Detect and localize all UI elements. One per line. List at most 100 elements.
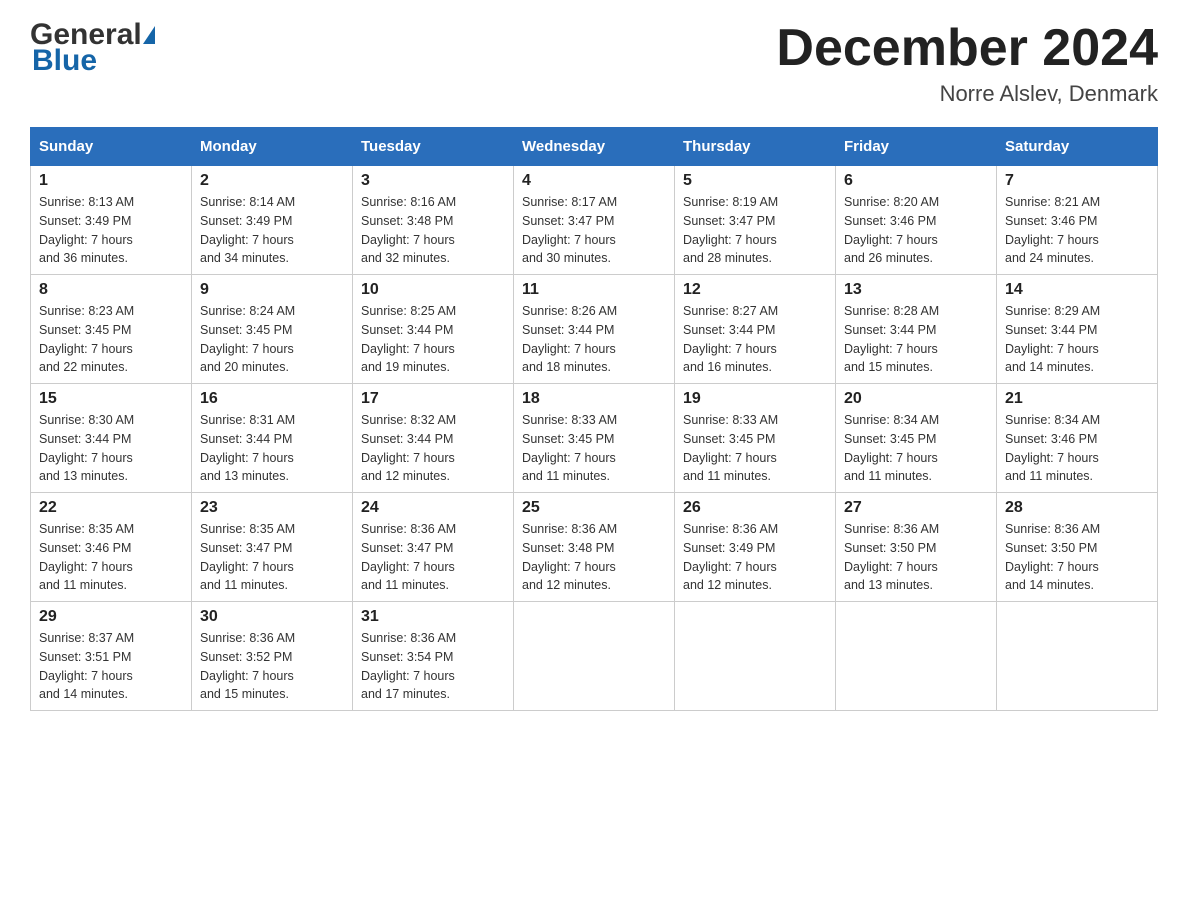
day-info: Sunrise: 8:36 AM Sunset: 3:48 PM Dayligh… (522, 520, 666, 595)
day-info: Sunrise: 8:20 AM Sunset: 3:46 PM Dayligh… (844, 193, 988, 268)
calendar-cell: 13 Sunrise: 8:28 AM Sunset: 3:44 PM Dayl… (836, 275, 997, 384)
title-area: December 2024 Norre Alslev, Denmark (776, 20, 1158, 107)
calendar-cell: 8 Sunrise: 8:23 AM Sunset: 3:45 PM Dayli… (31, 275, 192, 384)
day-info: Sunrise: 8:34 AM Sunset: 3:46 PM Dayligh… (1005, 411, 1149, 486)
day-info: Sunrise: 8:31 AM Sunset: 3:44 PM Dayligh… (200, 411, 344, 486)
day-info: Sunrise: 8:35 AM Sunset: 3:46 PM Dayligh… (39, 520, 183, 595)
day-number: 11 (522, 281, 666, 299)
day-info: Sunrise: 8:36 AM Sunset: 3:47 PM Dayligh… (361, 520, 505, 595)
day-info: Sunrise: 8:14 AM Sunset: 3:49 PM Dayligh… (200, 193, 344, 268)
day-info: Sunrise: 8:16 AM Sunset: 3:48 PM Dayligh… (361, 193, 505, 268)
calendar-cell (675, 602, 836, 711)
calendar-cell: 14 Sunrise: 8:29 AM Sunset: 3:44 PM Dayl… (997, 275, 1158, 384)
calendar-table: Sunday Monday Tuesday Wednesday Thursday… (30, 127, 1158, 711)
day-number: 14 (1005, 281, 1149, 299)
calendar-week-row: 15 Sunrise: 8:30 AM Sunset: 3:44 PM Dayl… (31, 384, 1158, 493)
calendar-cell: 7 Sunrise: 8:21 AM Sunset: 3:46 PM Dayli… (997, 166, 1158, 275)
calendar-cell (997, 602, 1158, 711)
day-number: 5 (683, 172, 827, 190)
calendar-cell: 26 Sunrise: 8:36 AM Sunset: 3:49 PM Dayl… (675, 493, 836, 602)
calendar-week-row: 8 Sunrise: 8:23 AM Sunset: 3:45 PM Dayli… (31, 275, 1158, 384)
day-info: Sunrise: 8:36 AM Sunset: 3:52 PM Dayligh… (200, 629, 344, 704)
calendar-cell: 6 Sunrise: 8:20 AM Sunset: 3:46 PM Dayli… (836, 166, 997, 275)
day-number: 29 (39, 608, 183, 626)
day-info: Sunrise: 8:13 AM Sunset: 3:49 PM Dayligh… (39, 193, 183, 268)
day-info: Sunrise: 8:36 AM Sunset: 3:50 PM Dayligh… (844, 520, 988, 595)
calendar-cell: 11 Sunrise: 8:26 AM Sunset: 3:44 PM Dayl… (514, 275, 675, 384)
col-header-tuesday: Tuesday (353, 128, 514, 166)
calendar-cell: 28 Sunrise: 8:36 AM Sunset: 3:50 PM Dayl… (997, 493, 1158, 602)
day-number: 3 (361, 172, 505, 190)
day-info: Sunrise: 8:37 AM Sunset: 3:51 PM Dayligh… (39, 629, 183, 704)
calendar-cell: 30 Sunrise: 8:36 AM Sunset: 3:52 PM Dayl… (192, 602, 353, 711)
calendar-cell: 10 Sunrise: 8:25 AM Sunset: 3:44 PM Dayl… (353, 275, 514, 384)
logo-triangle-icon (143, 26, 155, 44)
day-number: 26 (683, 499, 827, 517)
day-number: 30 (200, 608, 344, 626)
day-info: Sunrise: 8:34 AM Sunset: 3:45 PM Dayligh… (844, 411, 988, 486)
day-info: Sunrise: 8:36 AM Sunset: 3:54 PM Dayligh… (361, 629, 505, 704)
calendar-week-row: 22 Sunrise: 8:35 AM Sunset: 3:46 PM Dayl… (31, 493, 1158, 602)
col-header-friday: Friday (836, 128, 997, 166)
day-number: 24 (361, 499, 505, 517)
day-info: Sunrise: 8:27 AM Sunset: 3:44 PM Dayligh… (683, 302, 827, 377)
day-number: 19 (683, 390, 827, 408)
day-number: 10 (361, 281, 505, 299)
day-number: 21 (1005, 390, 1149, 408)
calendar-cell (836, 602, 997, 711)
day-info: Sunrise: 8:30 AM Sunset: 3:44 PM Dayligh… (39, 411, 183, 486)
logo-blue-text: Blue (32, 46, 97, 76)
col-header-thursday: Thursday (675, 128, 836, 166)
day-info: Sunrise: 8:35 AM Sunset: 3:47 PM Dayligh… (200, 520, 344, 595)
month-title: December 2024 (776, 20, 1158, 77)
calendar-cell: 15 Sunrise: 8:30 AM Sunset: 3:44 PM Dayl… (31, 384, 192, 493)
day-number: 31 (361, 608, 505, 626)
day-number: 28 (1005, 499, 1149, 517)
day-number: 22 (39, 499, 183, 517)
calendar-cell: 2 Sunrise: 8:14 AM Sunset: 3:49 PM Dayli… (192, 166, 353, 275)
day-info: Sunrise: 8:28 AM Sunset: 3:44 PM Dayligh… (844, 302, 988, 377)
logo: General Blue (30, 20, 155, 76)
day-info: Sunrise: 8:19 AM Sunset: 3:47 PM Dayligh… (683, 193, 827, 268)
day-number: 2 (200, 172, 344, 190)
page-header: General Blue December 2024 Norre Alslev,… (30, 20, 1158, 107)
col-header-monday: Monday (192, 128, 353, 166)
col-header-sunday: Sunday (31, 128, 192, 166)
calendar-cell: 20 Sunrise: 8:34 AM Sunset: 3:45 PM Dayl… (836, 384, 997, 493)
day-info: Sunrise: 8:36 AM Sunset: 3:50 PM Dayligh… (1005, 520, 1149, 595)
location-title: Norre Alslev, Denmark (776, 81, 1158, 107)
day-info: Sunrise: 8:33 AM Sunset: 3:45 PM Dayligh… (522, 411, 666, 486)
calendar-cell: 22 Sunrise: 8:35 AM Sunset: 3:46 PM Dayl… (31, 493, 192, 602)
calendar-cell: 17 Sunrise: 8:32 AM Sunset: 3:44 PM Dayl… (353, 384, 514, 493)
day-number: 7 (1005, 172, 1149, 190)
calendar-cell: 27 Sunrise: 8:36 AM Sunset: 3:50 PM Dayl… (836, 493, 997, 602)
calendar-week-row: 1 Sunrise: 8:13 AM Sunset: 3:49 PM Dayli… (31, 166, 1158, 275)
day-info: Sunrise: 8:26 AM Sunset: 3:44 PM Dayligh… (522, 302, 666, 377)
calendar-week-row: 29 Sunrise: 8:37 AM Sunset: 3:51 PM Dayl… (31, 602, 1158, 711)
day-info: Sunrise: 8:24 AM Sunset: 3:45 PM Dayligh… (200, 302, 344, 377)
day-number: 1 (39, 172, 183, 190)
day-number: 20 (844, 390, 988, 408)
day-number: 27 (844, 499, 988, 517)
day-number: 4 (522, 172, 666, 190)
calendar-cell: 5 Sunrise: 8:19 AM Sunset: 3:47 PM Dayli… (675, 166, 836, 275)
day-info: Sunrise: 8:17 AM Sunset: 3:47 PM Dayligh… (522, 193, 666, 268)
calendar-cell: 25 Sunrise: 8:36 AM Sunset: 3:48 PM Dayl… (514, 493, 675, 602)
day-number: 15 (39, 390, 183, 408)
day-number: 9 (200, 281, 344, 299)
col-header-wednesday: Wednesday (514, 128, 675, 166)
day-info: Sunrise: 8:32 AM Sunset: 3:44 PM Dayligh… (361, 411, 505, 486)
calendar-cell (514, 602, 675, 711)
calendar-cell: 24 Sunrise: 8:36 AM Sunset: 3:47 PM Dayl… (353, 493, 514, 602)
calendar-cell: 4 Sunrise: 8:17 AM Sunset: 3:47 PM Dayli… (514, 166, 675, 275)
day-number: 6 (844, 172, 988, 190)
calendar-cell: 29 Sunrise: 8:37 AM Sunset: 3:51 PM Dayl… (31, 602, 192, 711)
calendar-cell: 3 Sunrise: 8:16 AM Sunset: 3:48 PM Dayli… (353, 166, 514, 275)
day-info: Sunrise: 8:33 AM Sunset: 3:45 PM Dayligh… (683, 411, 827, 486)
calendar-cell: 31 Sunrise: 8:36 AM Sunset: 3:54 PM Dayl… (353, 602, 514, 711)
calendar-cell: 1 Sunrise: 8:13 AM Sunset: 3:49 PM Dayli… (31, 166, 192, 275)
calendar-cell: 21 Sunrise: 8:34 AM Sunset: 3:46 PM Dayl… (997, 384, 1158, 493)
day-number: 17 (361, 390, 505, 408)
calendar-cell: 12 Sunrise: 8:27 AM Sunset: 3:44 PM Dayl… (675, 275, 836, 384)
day-number: 25 (522, 499, 666, 517)
